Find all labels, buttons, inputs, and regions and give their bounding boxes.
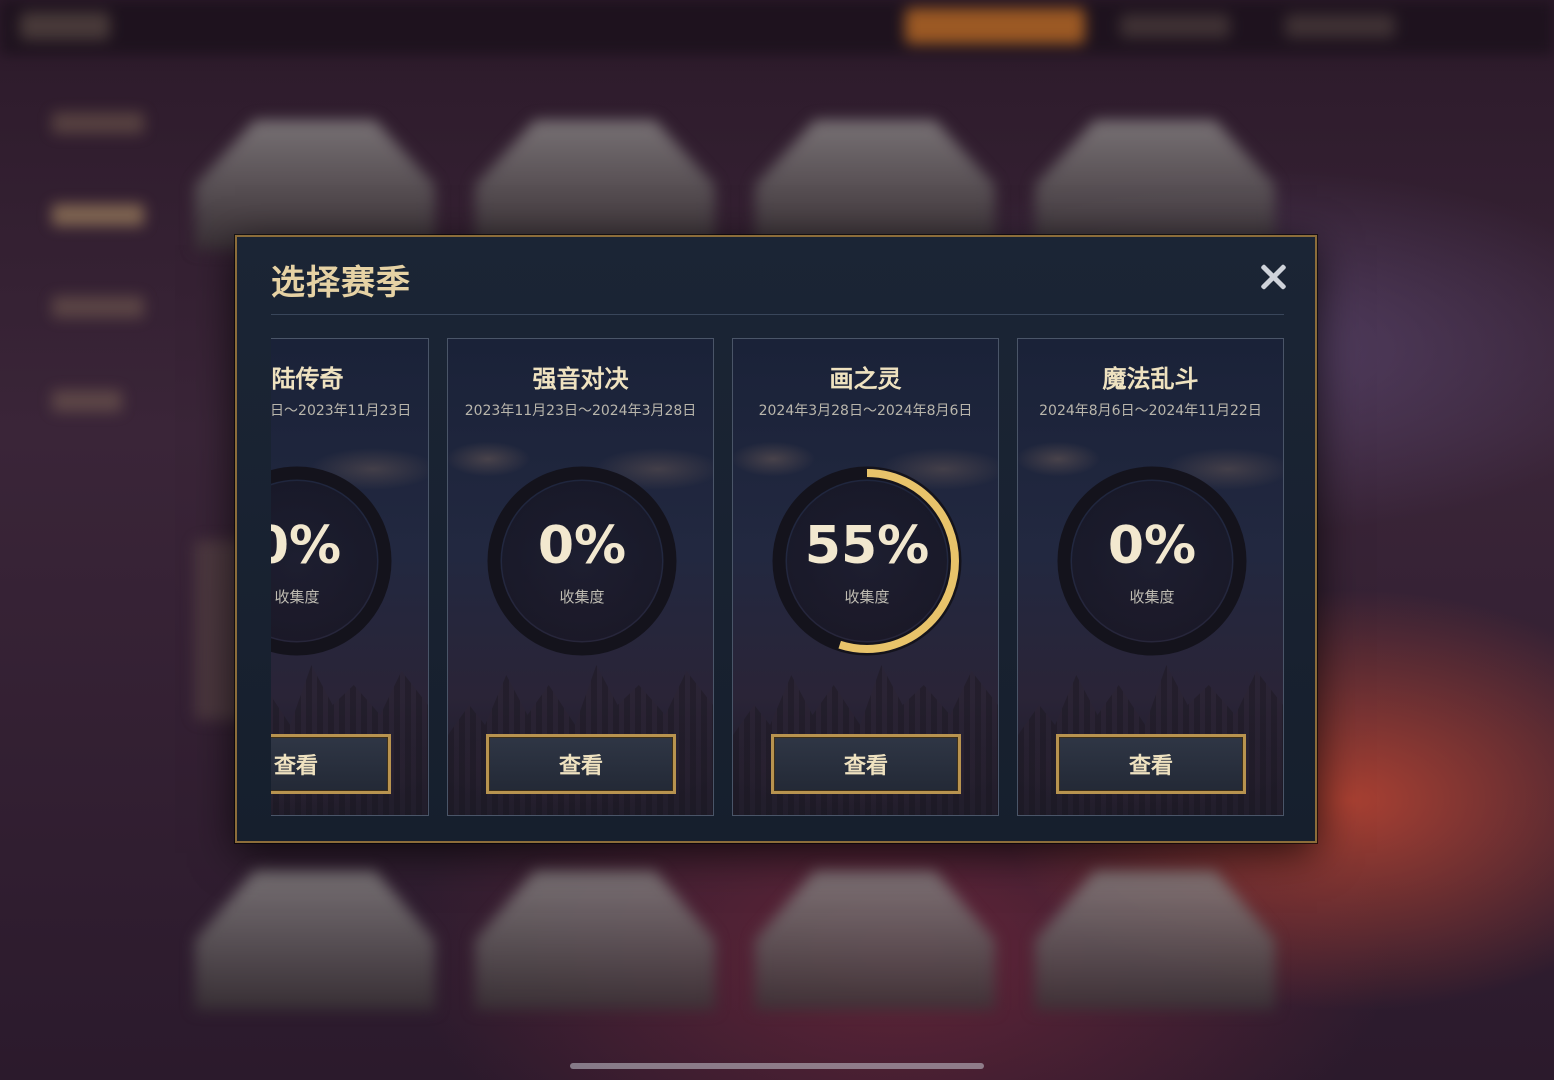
season-dates: 2024年8月6日～2024年11月22日 bbox=[1039, 403, 1262, 419]
season-card[interactable]: 魔法乱斗 2024年8月6日～2024年11月22日 0% 收集度 查看 bbox=[1017, 338, 1284, 816]
background-card bbox=[475, 870, 715, 1010]
background-top-pill bbox=[905, 8, 1085, 44]
progress-percent: 0% bbox=[271, 516, 342, 576]
background-sidebar-item bbox=[52, 204, 144, 226]
season-card[interactable]: 强音对决 2023年11月23日～2024年3月28日 0% 收集度 查看 bbox=[447, 338, 714, 816]
background-top-item bbox=[1285, 14, 1395, 38]
season-name: 大陆传奇 bbox=[271, 365, 344, 393]
season-dates: 2023年8月23日～2023年11月23日 bbox=[271, 403, 412, 419]
collection-progress-ring: 0% 收集度 bbox=[485, 464, 679, 658]
progress-percent: 55% bbox=[804, 516, 930, 576]
collection-progress-ring: 55% 收集度 bbox=[770, 464, 964, 658]
season-name: 画之灵 bbox=[829, 365, 902, 393]
background-card bbox=[195, 120, 435, 250]
view-button[interactable]: 查看 bbox=[271, 734, 391, 794]
collection-progress-ring: 0% 收集度 bbox=[271, 464, 394, 658]
close-icon[interactable] bbox=[1255, 259, 1291, 295]
background-sidebar-item bbox=[52, 390, 122, 412]
background-card bbox=[1035, 120, 1275, 250]
progress-label: 收集度 bbox=[274, 588, 320, 606]
background-sidebar-item bbox=[52, 112, 144, 134]
dialog-title: 选择赛季 bbox=[271, 263, 411, 303]
season-card[interactable]: 画之灵 2024年3月28日～2024年8月6日 55% 收集度 查看 bbox=[732, 338, 999, 816]
background-card bbox=[195, 870, 435, 1010]
view-button[interactable]: 查看 bbox=[1056, 734, 1246, 794]
season-name: 魔法乱斗 bbox=[1102, 365, 1199, 393]
view-button[interactable]: 查看 bbox=[771, 734, 961, 794]
progress-label: 收集度 bbox=[1129, 588, 1175, 606]
progress-label: 收集度 bbox=[559, 588, 605, 606]
season-dates: 2024年3月28日～2024年8月6日 bbox=[758, 403, 973, 419]
home-indicator[interactable] bbox=[570, 1063, 984, 1069]
season-card-list[interactable]: 大陆传奇 2023年8月23日～2023年11月23日 0% 收集度 查看 强音… bbox=[271, 338, 1286, 816]
background-card bbox=[755, 870, 995, 1010]
season-dates: 2023年11月23日～2024年3月28日 bbox=[464, 403, 697, 419]
season-name: 强音对决 bbox=[532, 365, 629, 393]
background-card bbox=[1035, 870, 1275, 1010]
season-select-dialog: 选择赛季 大陆传奇 2023年8月23日～2023年11月23日 0% 收集度 … bbox=[235, 235, 1317, 843]
view-button[interactable]: 查看 bbox=[486, 734, 676, 794]
background-top-item bbox=[20, 12, 110, 40]
background-sidebar-item bbox=[52, 296, 144, 318]
background-card bbox=[755, 120, 995, 250]
progress-percent: 0% bbox=[1107, 516, 1197, 576]
season-card[interactable]: 大陆传奇 2023年8月23日～2023年11月23日 0% 收集度 查看 bbox=[271, 338, 429, 816]
progress-label: 收集度 bbox=[844, 588, 890, 606]
background-card bbox=[475, 120, 715, 250]
divider bbox=[271, 314, 1284, 315]
collection-progress-ring: 0% 收集度 bbox=[1055, 464, 1249, 658]
background-top-item bbox=[1120, 14, 1230, 38]
progress-percent: 0% bbox=[537, 516, 627, 576]
